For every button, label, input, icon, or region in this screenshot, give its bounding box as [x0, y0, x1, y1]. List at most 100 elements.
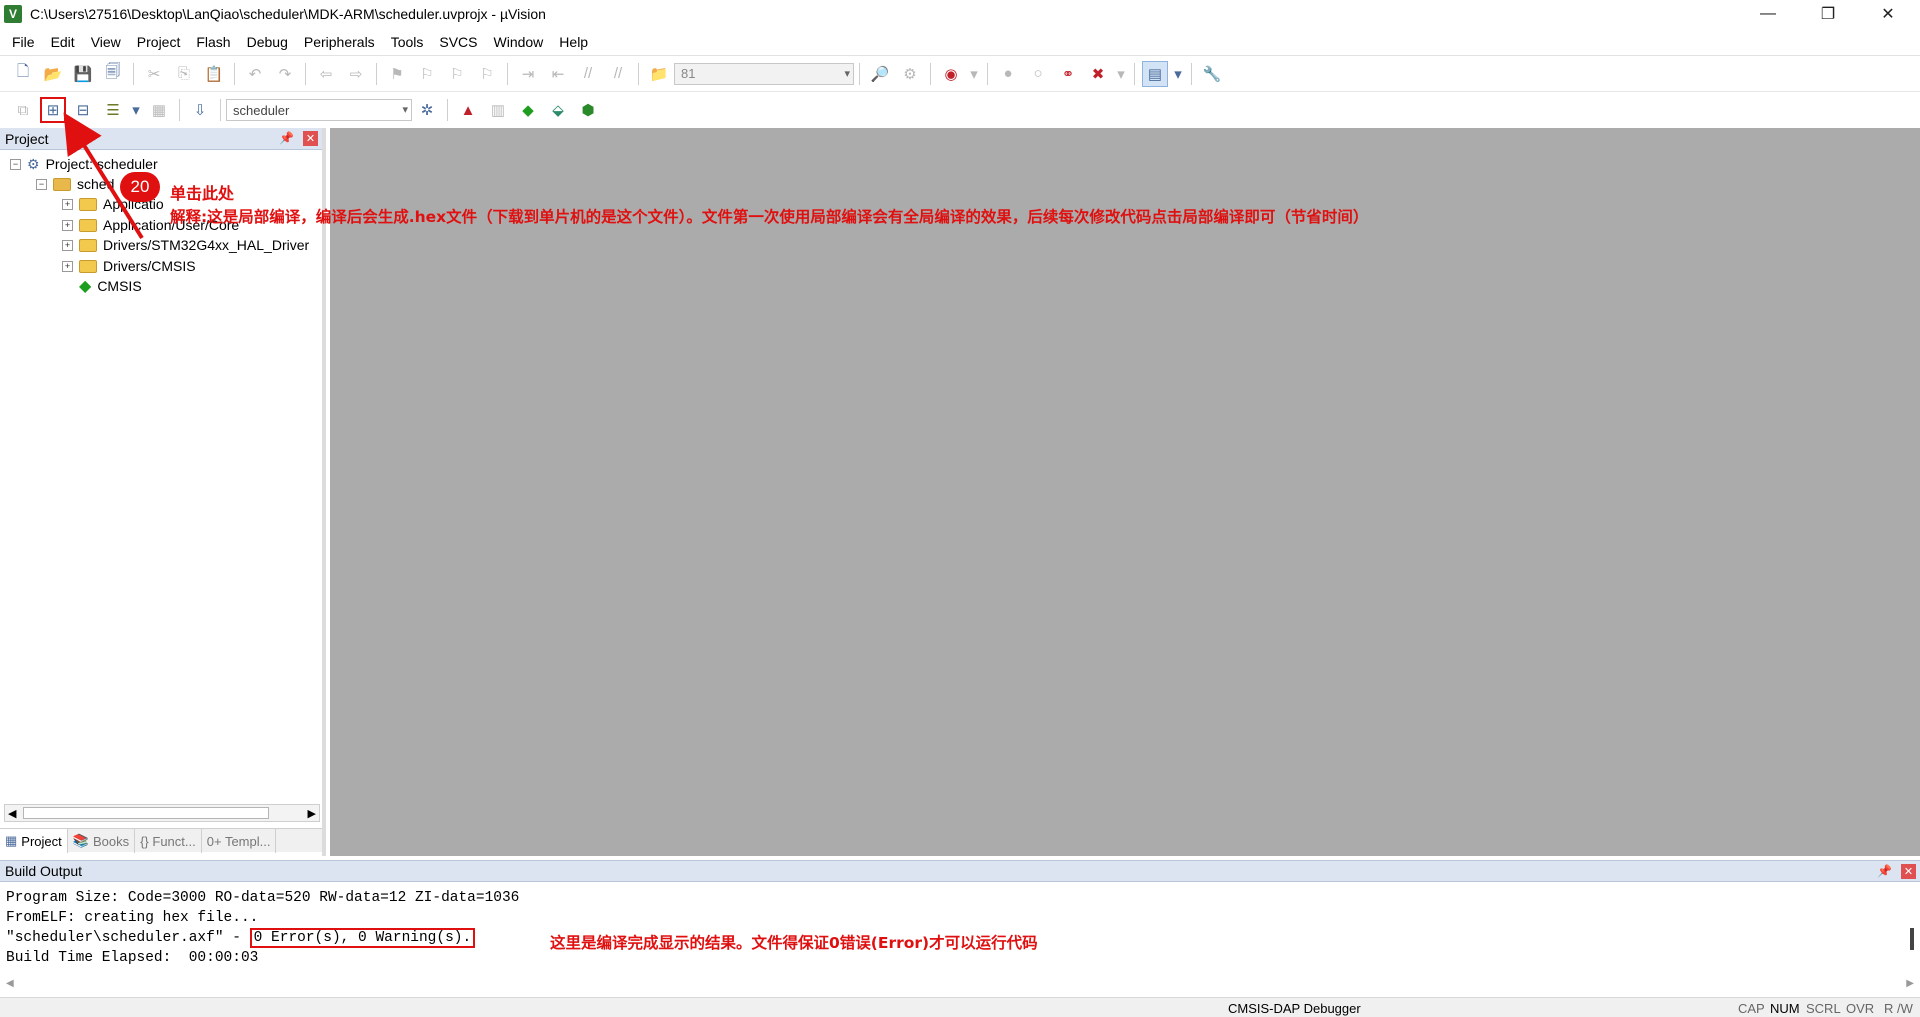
- menu-project[interactable]: Project: [129, 34, 189, 50]
- minimize-button[interactable]: —: [1740, 0, 1796, 28]
- run-time-environment-icon[interactable]: ◆: [515, 97, 541, 123]
- expand-icon[interactable]: +: [62, 239, 73, 251]
- disable-breakpoints-icon[interactable]: ⚭: [1055, 61, 1081, 87]
- rebuild-icon[interactable]: ⊟: [70, 97, 96, 123]
- configure-icon[interactable]: 🔧: [1199, 61, 1225, 87]
- enable-breakpoint-icon[interactable]: ○: [1025, 61, 1051, 87]
- close-icon[interactable]: ✕: [303, 131, 318, 146]
- insert-breakpoint-icon[interactable]: ●: [995, 61, 1021, 87]
- pin-icon[interactable]: 📌: [1877, 864, 1892, 878]
- pin-icon[interactable]: 📌: [279, 131, 294, 145]
- tab-functions[interactable]: {} Funct...: [135, 829, 202, 853]
- undo-icon[interactable]: ↶: [242, 61, 268, 87]
- expand-icon[interactable]: +: [62, 260, 73, 272]
- chevron-down-icon[interactable]: ▾: [1172, 61, 1184, 87]
- uvision-app-icon: V: [4, 5, 22, 23]
- navigate-forward-icon[interactable]: ⇨: [343, 61, 369, 87]
- editor-area[interactable]: [330, 128, 1920, 856]
- select-packs-icon[interactable]: ⬢: [575, 97, 601, 123]
- build-output-text[interactable]: Program Size: Code=3000 RO-data=520 RW-d…: [6, 888, 519, 968]
- books-tab-icon: 📚: [72, 833, 89, 848]
- find-in-files-icon[interactable]: 📁: [646, 61, 672, 87]
- scroll-right-icon[interactable]: ▶: [308, 807, 316, 820]
- expand-icon[interactable]: +: [62, 198, 73, 210]
- navigate-back-icon[interactable]: ⇦: [313, 61, 339, 87]
- stop-build-icon[interactable]: ▦: [146, 97, 172, 123]
- find-combo[interactable]: 81 ▾: [674, 62, 854, 85]
- tab-templates[interactable]: 0+ Templ...: [202, 829, 277, 853]
- chevron-down-icon[interactable]: ▾: [1115, 61, 1127, 87]
- translate-icon[interactable]: ⧉: [10, 97, 36, 123]
- restore-button[interactable]: ❐: [1800, 0, 1856, 28]
- tree-root[interactable]: − ⚙ Project: scheduler: [10, 154, 158, 174]
- project-pane-header: Project 📌 ✕: [0, 128, 322, 150]
- paste-icon[interactable]: 📋: [201, 61, 227, 87]
- chevron-down-icon[interactable]: ▾: [844, 67, 850, 80]
- prev-bookmark-icon[interactable]: ⚐: [414, 61, 440, 87]
- expand-icon[interactable]: +: [62, 219, 73, 231]
- cut-icon[interactable]: ✂: [141, 61, 167, 87]
- batch-build-icon[interactable]: ☰: [100, 97, 126, 123]
- unindent-icon[interactable]: ⇤: [545, 61, 571, 87]
- menu-edit[interactable]: Edit: [43, 34, 83, 50]
- find-icon[interactable]: 🔎: [867, 61, 893, 87]
- scroll-left-icon[interactable]: ◀: [6, 978, 14, 989]
- save-icon[interactable]: 💾: [70, 61, 96, 87]
- pack-installer-icon[interactable]: ⬙: [545, 97, 571, 123]
- window-layout-icon[interactable]: ▤: [1142, 60, 1168, 87]
- clear-bookmarks-icon[interactable]: ⚐: [474, 61, 500, 87]
- toolbar-separator: [1134, 62, 1135, 85]
- scroll-right-icon[interactable]: ▶: [1906, 978, 1914, 989]
- tree-group[interactable]: + Drivers/CMSIS: [62, 256, 196, 276]
- menu-svcs[interactable]: SVCS: [431, 34, 485, 50]
- uncomment-icon[interactable]: //: [605, 61, 631, 87]
- build-icon[interactable]: ⊞: [40, 97, 66, 123]
- kill-breakpoints-icon[interactable]: ✖: [1085, 61, 1111, 87]
- tree-component[interactable]: ◆ CMSIS: [79, 276, 142, 296]
- toolbar-separator: [507, 62, 508, 85]
- download-icon[interactable]: ⇩: [187, 97, 213, 123]
- bookmark-icon[interactable]: ⚑: [384, 61, 410, 87]
- output-hscrollbar[interactable]: ◀ ▶: [0, 974, 1920, 992]
- manage-components-icon[interactable]: ▲: [455, 97, 481, 123]
- project-hscrollbar[interactable]: ◀ ▶: [4, 804, 320, 822]
- chevron-down-icon[interactable]: ▾: [402, 103, 408, 116]
- tree-target[interactable]: − sched: [36, 174, 114, 194]
- save-all-icon[interactable]: 🗐: [100, 61, 126, 87]
- target-options-icon[interactable]: ✲: [414, 97, 440, 123]
- file-extensions-icon[interactable]: ▥: [485, 97, 511, 123]
- incremental-find-icon[interactable]: ⚙: [897, 61, 923, 87]
- menu-tools[interactable]: Tools: [383, 34, 432, 50]
- menu-flash[interactable]: Flash: [188, 34, 238, 50]
- comment-icon[interactable]: //: [575, 61, 601, 87]
- indent-icon[interactable]: ⇥: [515, 61, 541, 87]
- menu-file[interactable]: File: [4, 34, 43, 50]
- close-window-button[interactable]: ✕: [1860, 0, 1916, 28]
- chevron-down-icon[interactable]: ▾: [968, 61, 980, 87]
- menu-peripherals[interactable]: Peripherals: [296, 34, 383, 50]
- open-file-icon[interactable]: 📂: [40, 61, 66, 87]
- menu-bar: File Edit View Project Flash Debug Perip…: [0, 28, 1920, 56]
- menu-help[interactable]: Help: [551, 34, 596, 50]
- collapse-icon[interactable]: −: [10, 158, 21, 170]
- copy-icon[interactable]: ⎘: [171, 61, 197, 87]
- scroll-left-icon[interactable]: ◀: [8, 807, 16, 820]
- title-bar: V C:\Users\27516\Desktop\LanQiao\schedul…: [0, 0, 1920, 28]
- debug-session-icon[interactable]: ◉: [938, 61, 964, 87]
- collapse-icon[interactable]: −: [36, 178, 47, 190]
- tab-templates-label: 0+ Templ...: [206, 833, 271, 849]
- new-file-icon[interactable]: 🗋: [10, 61, 36, 87]
- menu-debug[interactable]: Debug: [239, 34, 296, 50]
- menu-view[interactable]: View: [83, 34, 129, 50]
- chevron-down-icon[interactable]: ▾: [130, 97, 142, 123]
- next-bookmark-icon[interactable]: ⚐: [444, 61, 470, 87]
- close-icon[interactable]: ✕: [1901, 864, 1916, 879]
- target-select[interactable]: scheduler ▾: [226, 99, 412, 121]
- menu-window[interactable]: Window: [486, 34, 552, 50]
- tree-group[interactable]: + Drivers/STM32G4xx_HAL_Driver: [62, 235, 309, 255]
- redo-icon[interactable]: ↷: [272, 61, 298, 87]
- tab-project[interactable]: ▦ Project: [0, 829, 68, 853]
- tab-books[interactable]: 📚 Books: [68, 829, 136, 853]
- output-vscroll-thumb[interactable]: [1910, 928, 1914, 950]
- scroll-thumb[interactable]: [23, 807, 269, 819]
